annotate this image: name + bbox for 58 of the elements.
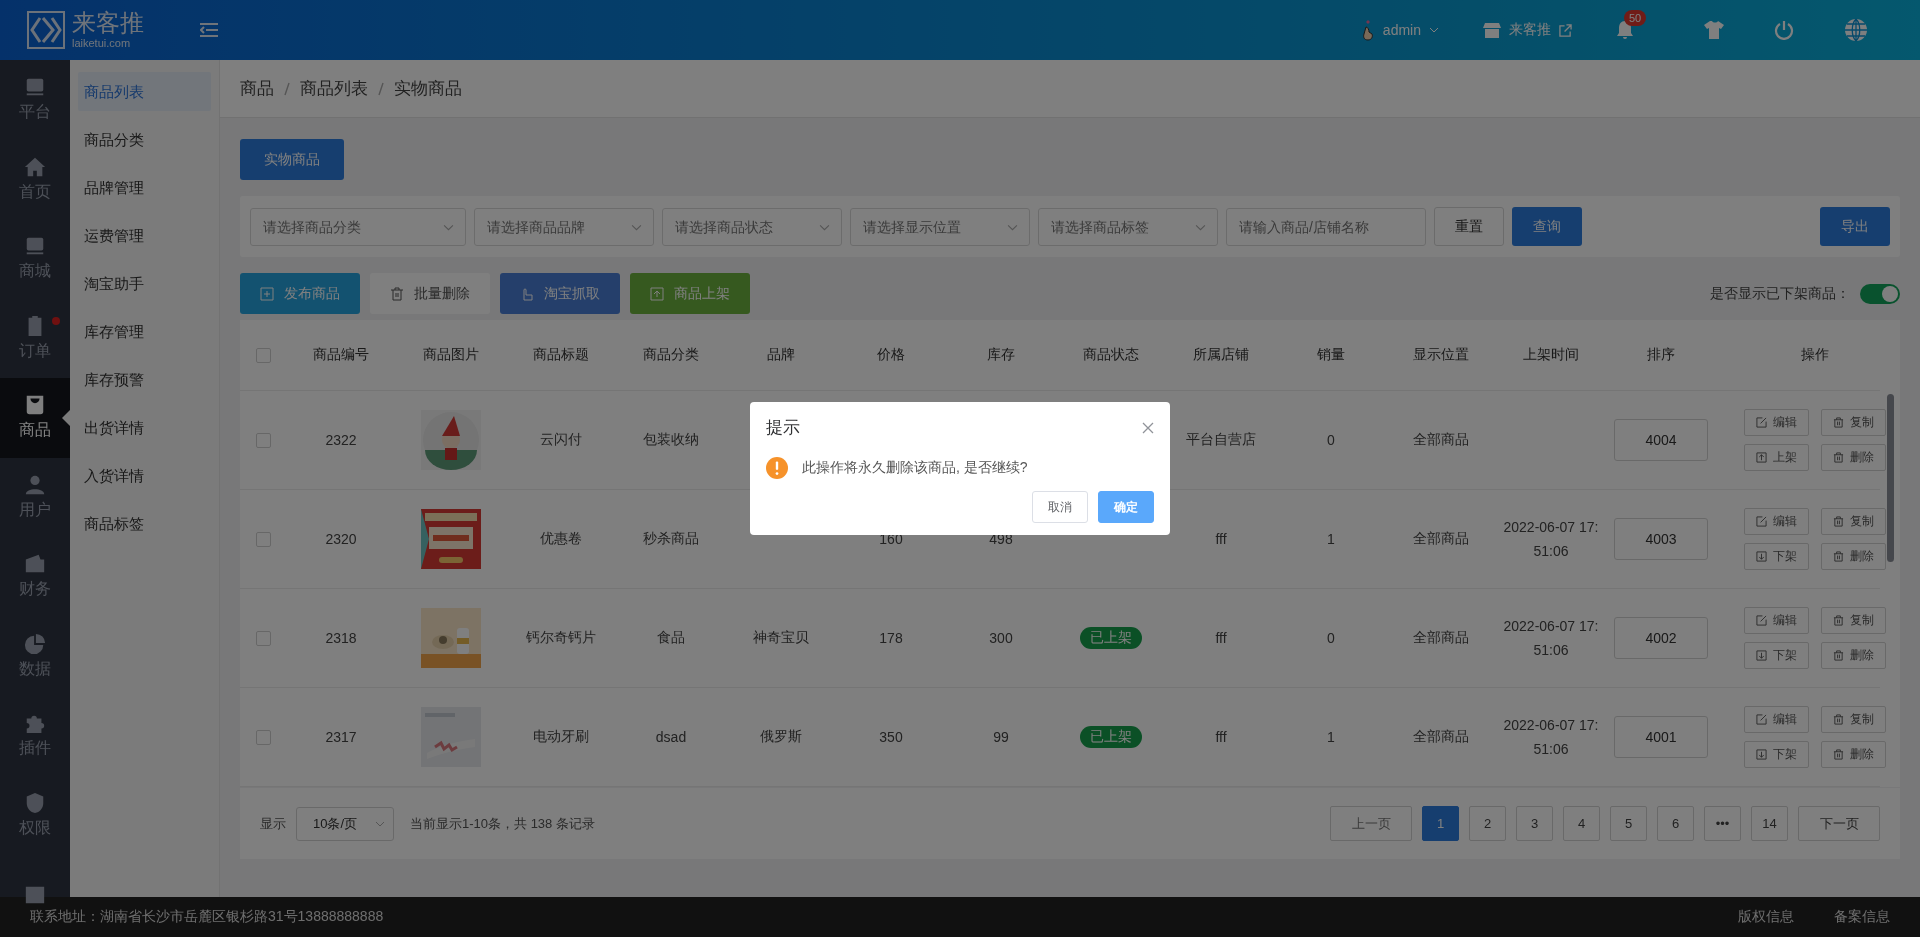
toggle-label: 是否显示已下架商品： [1710,284,1850,303]
table-cell-text: 平台自营店 [1185,431,1257,449]
column-header: 排序 [1646,346,1676,364]
table-cell-text: 2022-06-07 17:51:06 [1503,617,1599,660]
table-cell-text: 包装收纳 [642,431,700,449]
table-cell-text: fff [1214,729,1228,745]
table-cell-text: dsad [654,729,688,745]
record-summary: 当前显示1-10条，共 138 条记录 [410,814,595,833]
table-cell-text: 全部商品 [1412,431,1470,449]
column-header: 上架时间 [1522,346,1580,364]
table-cell-text: 秒杀商品 [642,530,700,548]
column-header: 所属店铺 [1192,346,1250,364]
column-header: 商品状态 [1082,346,1140,364]
table-cell-text: 2022-06-07 17:51:06 [1503,518,1599,561]
column-header: 库存 [986,346,1016,364]
table-cell-text: 全部商品 [1412,629,1470,647]
table-cell-text: 0 [1326,432,1336,448]
dialog-title: 提示 [766,417,800,439]
status-tag: 已上架 [1080,627,1142,649]
logo-subtitle: laiketui.com [72,38,132,49]
table-cell: 350 [879,729,903,745]
logo-title: 来客推 [72,11,144,35]
table-cell-text: 优惠卷 [539,530,583,548]
column-header: 显示位置 [1412,346,1470,364]
table-cell-text: 电动牙刷 [532,728,590,746]
column-header: 商品图片 [422,346,480,364]
table-cell: 俄罗斯 [760,728,802,746]
column-header: 商品标题 [532,346,590,364]
table-cell-text: fff [1214,630,1228,646]
table-cell-text: 2317 [324,729,358,745]
table-cell-text: 云闪付 [539,431,583,449]
table-cell-text: 1 [1326,729,1336,745]
table-cell: 300 [989,630,1013,646]
table-cell-text: 2320 [324,531,358,547]
column-header: 商品编号 [312,346,370,364]
table-cell-text: 2318 [324,630,358,646]
column-header: 品牌 [766,346,796,364]
table-cell: 99 [993,729,1009,745]
table-cell: 178 [879,630,903,646]
column-header: 价格 [876,346,906,364]
column-header: 商品分类 [642,346,700,364]
table-cell-text: 1 [1326,531,1336,547]
column-header: 操作 [1800,346,1830,364]
contact-address: 联系地址：湖南省长沙市岳麓区银杉路31号13888888888 [30,908,384,926]
table-cell-text: 0 [1326,630,1336,646]
table-cell-text: 2022-06-07 17:51:06 [1503,716,1599,759]
dialog-message: 此操作将永久删除该商品, 是否继续? [802,459,1028,477]
table-cell-text: 全部商品 [1412,728,1470,746]
status-tag: 已上架 [1080,726,1142,748]
notification-badge: 50 [1624,10,1647,26]
table-cell-text: 2322 [324,432,358,448]
table-cell-text: 钙尔奇钙片 [525,629,597,647]
page-size-label: 显示 [260,814,286,833]
table-cell: 神奇宝贝 [753,629,809,647]
column-header: 销量 [1316,346,1346,364]
table-cell-text: 全部商品 [1412,530,1470,548]
table-cell-text: 食品 [656,629,686,647]
table-cell-text: fff [1214,531,1228,547]
